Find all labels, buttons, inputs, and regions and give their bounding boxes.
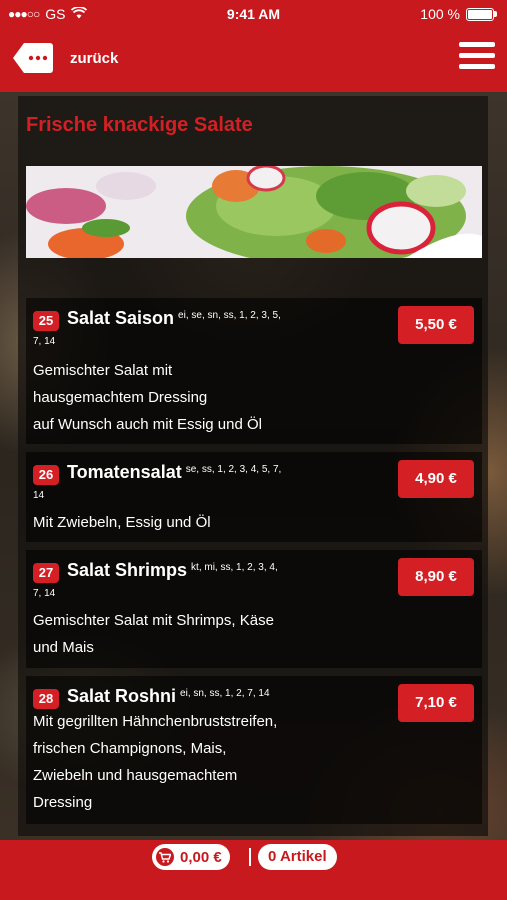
add-to-cart-price-button[interactable]: 8,90 € — [398, 558, 474, 596]
back-arrow-icon — [13, 43, 53, 73]
menu-icon — [459, 42, 495, 69]
item-description-line: Mit gegrillten Hähnchenbruststreifen, — [33, 713, 278, 730]
menu-item[interactable]: 25 Salat Saison ei, se, sn, ss, 1, 2, 3, … — [26, 298, 482, 444]
item-description: Mit gegrillten Hähnchenbruststreifen, fr… — [33, 708, 413, 816]
back-button[interactable] — [12, 42, 54, 74]
item-description: Gemischter Salat mit hausgemachtem Dress… — [33, 357, 413, 438]
status-bar: ●●●○○ GS 9:41 AM 100 % — [0, 0, 507, 30]
item-name: Salat Saison — [67, 308, 175, 328]
item-description: Mit Zwiebeln, Essig und Öl — [33, 509, 413, 536]
item-header: Salat Shrimps kt, mi, ss, 1, 2, 3, 4, 7, … — [33, 558, 398, 604]
battery-icon — [466, 7, 497, 21]
menu-item[interactable]: 27 Salat Shrimps kt, mi, ss, 1, 2, 3, 4, … — [26, 550, 482, 668]
item-allergens-cont: 14 — [33, 490, 45, 501]
item-description-line: und Mais — [33, 639, 94, 656]
item-name: Tomatensalat — [67, 462, 182, 482]
item-description-line: Gemischter Salat mit — [33, 362, 173, 379]
add-to-cart-price-button[interactable]: 7,10 € — [398, 684, 474, 722]
salad-hero-image — [26, 166, 482, 258]
item-description-line: Zwiebeln und hausgemachtem — [33, 767, 238, 784]
back-label[interactable]: zurück — [70, 50, 118, 67]
cart-total-button[interactable]: 0,00 € — [152, 844, 230, 870]
item-description: Gemischter Salat mit Shrimps, Käse und M… — [33, 607, 413, 661]
menu-item[interactable]: 26 Tomatensalat se, ss, 1, 2, 3, 4, 5, 7,… — [26, 452, 482, 542]
item-description-line: Mit Zwiebeln, Essig und Öl — [33, 514, 211, 531]
item-allergens-cont: 7, 14 — [33, 588, 56, 599]
item-allergens: ei, se, sn, ss, 1, 2, 3, 5, — [178, 310, 281, 321]
cart-footer: 0,00 € 0 Artikel — [0, 840, 507, 900]
cart-total: 0,00 € — [180, 848, 222, 866]
item-allergens: se, ss, 1, 2, 3, 4, 5, 7, — [185, 464, 282, 475]
item-header: Salat Roshni ei, sn, ss, 1, 2, 7, 14 — [33, 684, 398, 708]
item-header: Tomatensalat se, ss, 1, 2, 3, 4, 5, 7, 14 — [33, 460, 398, 506]
item-header: Salat Saison ei, se, sn, ss, 1, 2, 3, 5, … — [33, 306, 398, 352]
article-count-button[interactable]: 0 Artikel — [258, 844, 337, 870]
item-name: Salat Shrimps — [67, 560, 188, 580]
item-description-line: hausgemachtem Dressing — [33, 389, 208, 406]
item-name: Salat Roshni — [67, 686, 177, 706]
item-allergens: kt, mi, ss, 1, 2, 3, 4, — [191, 562, 278, 573]
category-title: Frische knackige Salate — [26, 114, 253, 136]
battery-label: 100 % — [420, 6, 460, 22]
item-description-line: Gemischter Salat mit Shrimps, Käse — [33, 612, 274, 629]
menu-item[interactable]: 28 Salat Roshni ei, sn, ss, 1, 2, 7, 14 M… — [26, 676, 482, 824]
footer-divider — [249, 848, 251, 866]
nav-bar: zurück — [0, 30, 507, 92]
item-description-line: frischen Champignons, Mais, — [33, 740, 227, 757]
item-allergens-cont: 7, 14 — [33, 336, 56, 347]
menu-category-panel: Frische knackige Salate 25 Salat Saison e… — [18, 96, 488, 836]
item-allergens: ei, sn, ss, 1, 2, 7, 14 — [180, 688, 270, 699]
add-to-cart-price-button[interactable]: 5,50 € — [398, 306, 474, 344]
item-description-line: auf Wunsch auch mit Essig und Öl — [33, 416, 262, 433]
item-description-line: Dressing — [33, 794, 93, 811]
cart-icon — [156, 848, 174, 866]
menu-button[interactable] — [459, 42, 495, 72]
add-to-cart-price-button[interactable]: 4,90 € — [398, 460, 474, 498]
